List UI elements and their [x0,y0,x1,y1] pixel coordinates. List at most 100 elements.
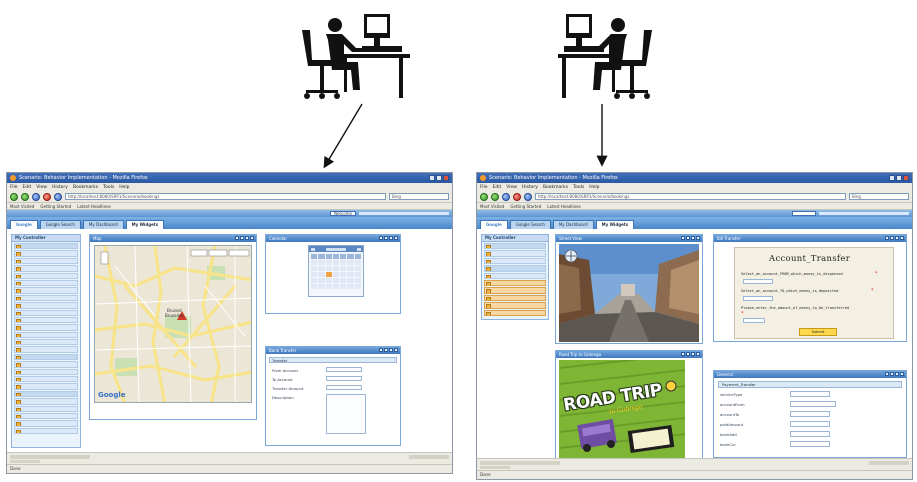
menu-history[interactable]: History [522,185,538,190]
calendar-day-cell[interactable] [332,272,340,277]
to-account-dropdown[interactable] [743,296,773,301]
calendar-day-cell[interactable] [347,272,354,277]
sidebar-item[interactable] [484,243,546,250]
menu-history[interactable]: History [52,185,68,190]
bookmark-getting-started[interactable]: Getting Started [40,204,71,209]
panel-controls[interactable] [379,348,398,352]
sidebar-item[interactable] [14,309,78,316]
from-account-dropdown[interactable] [743,279,773,284]
general-field-input[interactable] [790,431,830,437]
calendar-day-cell[interactable] [332,284,340,289]
calendar-day-cell[interactable] [311,272,318,277]
sidebar-item[interactable] [484,294,546,302]
sidebar-item[interactable] [14,279,78,287]
amount-input[interactable] [743,318,765,323]
sidebar-item[interactable] [484,265,546,272]
calendar-day-cell[interactable] [340,260,347,265]
tab-my-dashboard[interactable]: My Dashboard [552,220,594,229]
calendar-day-cell[interactable] [347,278,354,283]
menu-edit[interactable]: Edit [23,185,32,190]
calendar-day-cell[interactable] [318,266,325,271]
calendar-day-cell[interactable] [325,278,332,283]
sidebar-item[interactable] [14,420,78,427]
sidebar-item[interactable] [14,265,78,272]
from-account-select[interactable] [326,367,362,372]
left-search-box[interactable]: Bing [389,193,449,200]
panel-controls[interactable] [681,352,700,356]
sidebar-item[interactable] [14,287,78,294]
menu-edit[interactable]: Edit [493,185,502,190]
menu-file[interactable]: File [10,185,18,190]
stop-button[interactable] [43,192,51,201]
calendar-day-cell[interactable] [340,272,347,277]
bookmark-most-visited[interactable]: Most Visited [10,204,34,209]
right-user-box[interactable] [792,211,816,216]
sidebar-item[interactable] [14,294,78,302]
menu-bookmarks[interactable]: Bookmarks [543,185,568,190]
tab-my-widgets[interactable]: My Widgets [125,220,165,229]
calendar-day-cell[interactable] [311,278,318,283]
back-button[interactable] [480,192,488,201]
panel-controls[interactable] [885,372,904,376]
general-field-input[interactable] [790,441,830,447]
description-textarea[interactable] [326,394,366,434]
right-window-controls[interactable] [889,175,909,181]
calendar-day-cell[interactable] [325,266,332,271]
tab-my-dashboard[interactable]: My Dashboard [82,220,124,229]
reload-button[interactable] [32,192,40,201]
menu-tools[interactable]: Tools [573,185,584,190]
submit-button[interactable]: Submit [799,328,837,336]
sidebar-item[interactable] [14,427,78,435]
forward-button[interactable] [491,192,499,201]
calendar-day-cell[interactable] [354,266,361,271]
sidebar-item[interactable] [484,257,546,265]
forward-button[interactable] [21,192,29,201]
sidebar-item[interactable] [484,287,546,294]
calendar-day-cell[interactable] [318,272,325,277]
menu-view[interactable]: View [506,185,517,190]
reload-button[interactable] [502,192,510,201]
home-button[interactable] [524,192,532,201]
sidebar-item[interactable] [484,302,546,309]
calendar-day-cell[interactable] [325,272,332,277]
bookmark-most-visited[interactable]: Most Visited [480,204,504,209]
tab-google-search[interactable]: Google Search [39,220,81,229]
left-url-bar[interactable]: http://localhost:8080/SRP1/Scenario/book… [65,193,386,200]
bookmark-getting-started[interactable]: Getting Started [510,204,541,209]
menu-view[interactable]: View [36,185,47,190]
sidebar-item[interactable] [14,302,78,309]
calendar-day-cell[interactable] [340,278,347,283]
calendar-day-cell[interactable] [311,284,318,289]
sidebar-item[interactable] [14,368,78,376]
calendar-grid[interactable] [309,252,363,291]
calendar-day-cell[interactable] [340,266,347,271]
calendar-day-cell[interactable] [347,266,354,271]
road-trip-game-image[interactable]: ROAD TRIP to Gotenga [559,360,685,460]
sidebar-item[interactable] [14,353,78,361]
google-map[interactable]: Brussel Bruxelles Google [94,245,252,403]
panel-controls[interactable] [681,236,700,240]
calendar-day-cell[interactable] [354,260,361,265]
tab-my-widgets[interactable]: My Widgets [595,220,635,229]
sidebar-item[interactable] [14,390,78,398]
sidebar-item[interactable] [14,405,78,412]
calendar-day-cell[interactable] [318,278,325,283]
sidebar-item[interactable] [14,412,78,420]
calendar-day-cell[interactable] [332,278,340,283]
tab-google-search[interactable]: Google Search [509,220,551,229]
sidebar-item[interactable] [14,316,78,324]
transfer-amount-input[interactable] [326,385,362,390]
calendar-day-cell[interactable] [354,284,361,289]
sidebar-item[interactable] [14,331,78,339]
calendar-day-cell[interactable] [354,278,361,283]
sidebar-item[interactable] [14,243,78,250]
sidebar-item[interactable] [484,279,546,287]
general-field-input[interactable] [790,411,830,417]
back-button[interactable] [10,192,18,201]
menu-help[interactable]: Help [119,185,129,190]
calendar-day-cell[interactable] [318,284,325,289]
calendar-day-cell[interactable] [311,260,318,265]
sidebar-item[interactable] [484,250,546,257]
sidebar-item[interactable] [14,361,78,368]
bookmark-latest-headlines[interactable]: Latest Headlines [77,204,110,209]
